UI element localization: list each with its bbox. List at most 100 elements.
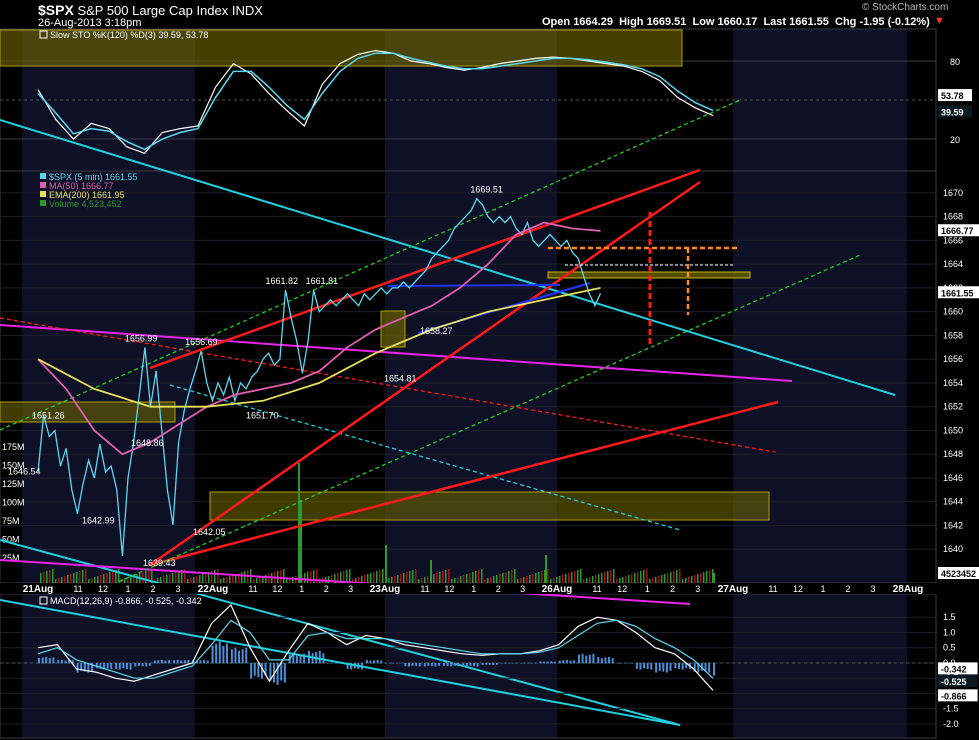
price-ytick: 1658 xyxy=(943,330,963,340)
macd-histogram-bar xyxy=(418,662,421,667)
macd-histogram-bar xyxy=(534,662,537,664)
volume-bar xyxy=(475,571,477,583)
volume-bar xyxy=(73,573,75,583)
x-axis-hour-label: 1 xyxy=(299,584,304,594)
volume-bar xyxy=(613,569,615,583)
chart-datetime: 26-Aug-2013 3:18pm xyxy=(38,17,142,29)
macd-histogram-bar xyxy=(57,660,60,664)
last-price-tag: 1661.55 xyxy=(941,288,974,298)
volume-bar xyxy=(226,577,228,583)
macd-histogram-bar xyxy=(225,643,228,664)
macd-histogram-bar xyxy=(562,660,565,664)
macd-histogram-bar xyxy=(508,662,511,664)
volume-bar xyxy=(571,572,573,583)
macd-histogram-bar xyxy=(145,662,148,667)
volume-spike xyxy=(298,463,300,583)
volume-bar xyxy=(214,570,216,583)
volume-bar xyxy=(286,579,288,583)
volume-bar xyxy=(259,577,261,583)
volume-bar xyxy=(433,574,435,583)
volume-bar xyxy=(448,569,450,583)
price-ytick: 1664 xyxy=(943,259,963,269)
price-annotation: 1651.70 xyxy=(246,410,279,420)
last-value: 1661.55 xyxy=(789,16,829,28)
x-axis-hour-label: 3 xyxy=(520,584,525,594)
macd-histogram-bar xyxy=(280,662,283,681)
volume-bar xyxy=(577,570,579,583)
macd-histogram-bar xyxy=(408,662,411,667)
price-annotation: 1656.99 xyxy=(125,333,158,343)
volume-bar xyxy=(538,572,540,583)
x-axis-hour-label: 2 xyxy=(324,584,329,594)
macd-histogram-bar xyxy=(176,659,179,664)
macd-histogram-bar xyxy=(462,662,465,667)
volume-bar xyxy=(46,571,48,583)
macd-histogram-bar xyxy=(125,662,128,669)
x-axis-hour-label: 3 xyxy=(695,584,700,594)
x-axis-hour-label: 12 xyxy=(272,584,282,594)
chart-canvas: 80 20 Slow STO %K(120) %D(3) 39.59, 53.78 5… xyxy=(0,28,979,739)
volume-bar xyxy=(196,576,198,583)
x-axis-day-label: 28Aug xyxy=(893,584,924,595)
volume-bar xyxy=(442,571,444,583)
macd-histogram-bar xyxy=(38,658,40,664)
volume-bar xyxy=(313,570,315,583)
macd-histogram-bar xyxy=(643,662,646,669)
macd-histogram-bar xyxy=(187,659,190,664)
price-ytick: 1656 xyxy=(943,354,963,364)
macd-histogram-bar xyxy=(52,657,55,664)
open-value: 1664.29 xyxy=(573,16,613,28)
price-ytick: 1644 xyxy=(943,497,963,507)
price-legend-swatch xyxy=(40,200,46,206)
price-annotation: 1642.99 xyxy=(82,516,115,526)
macd-histogram-bar xyxy=(427,662,430,666)
macd-histogram-bar xyxy=(110,662,113,669)
instrument-name: S&P 500 Large Cap Index xyxy=(77,3,229,18)
price-annotation: 1648.86 xyxy=(131,438,164,448)
volume-bar xyxy=(232,575,234,583)
volume-bar xyxy=(193,577,195,583)
price-ytick: 1670 xyxy=(943,188,963,198)
macd-histogram-bar xyxy=(485,662,488,665)
volume-bar xyxy=(628,575,630,583)
macd-histogram-bar xyxy=(646,662,649,669)
volume-bar xyxy=(412,570,414,583)
macd-histogram-bar xyxy=(588,654,591,664)
volume-bar xyxy=(547,569,549,583)
macd-histogram-bar xyxy=(678,662,681,669)
volume-bar xyxy=(409,571,411,583)
macd-histogram-bar xyxy=(520,662,523,664)
volume-spike xyxy=(430,560,432,583)
volume-bar xyxy=(241,572,243,583)
volume-bar xyxy=(172,573,174,583)
volume-bar xyxy=(595,575,597,583)
macd-histogram-bar xyxy=(283,662,286,683)
symbol: $SPX xyxy=(38,2,74,18)
volume-bar xyxy=(445,570,447,583)
volume-bar xyxy=(439,572,441,583)
macd-histogram-bar xyxy=(488,662,491,665)
x-axis-day-label: 23Aug xyxy=(370,584,401,595)
sto-tag-d: 53.78 xyxy=(941,91,964,101)
price-ytick: 1668 xyxy=(943,212,963,222)
x-axis-hour-label: 11 xyxy=(592,584,601,594)
volume-bar xyxy=(529,575,531,583)
volume-bar xyxy=(379,570,381,583)
volume-bar xyxy=(136,574,138,583)
macd-histogram-bar xyxy=(60,659,63,664)
volume-bar xyxy=(667,573,669,583)
macd-histogram-bar xyxy=(581,653,584,664)
volume-tick: 100M xyxy=(2,498,25,508)
macd-histogram-bar xyxy=(465,662,468,667)
macd-histogram-bar xyxy=(399,662,402,664)
volume-bar xyxy=(436,573,438,583)
macd-histogram-bar xyxy=(64,660,67,664)
macd-histogram-bar xyxy=(669,662,672,671)
macd-histogram-bar xyxy=(620,662,623,664)
macd-histogram-bar xyxy=(365,659,368,664)
macd-histogram-bar xyxy=(245,647,248,664)
volume-bar xyxy=(124,578,126,583)
volume-bar xyxy=(94,577,96,583)
macd-histogram-bar xyxy=(218,641,221,664)
macd-histogram-bar xyxy=(380,660,383,664)
